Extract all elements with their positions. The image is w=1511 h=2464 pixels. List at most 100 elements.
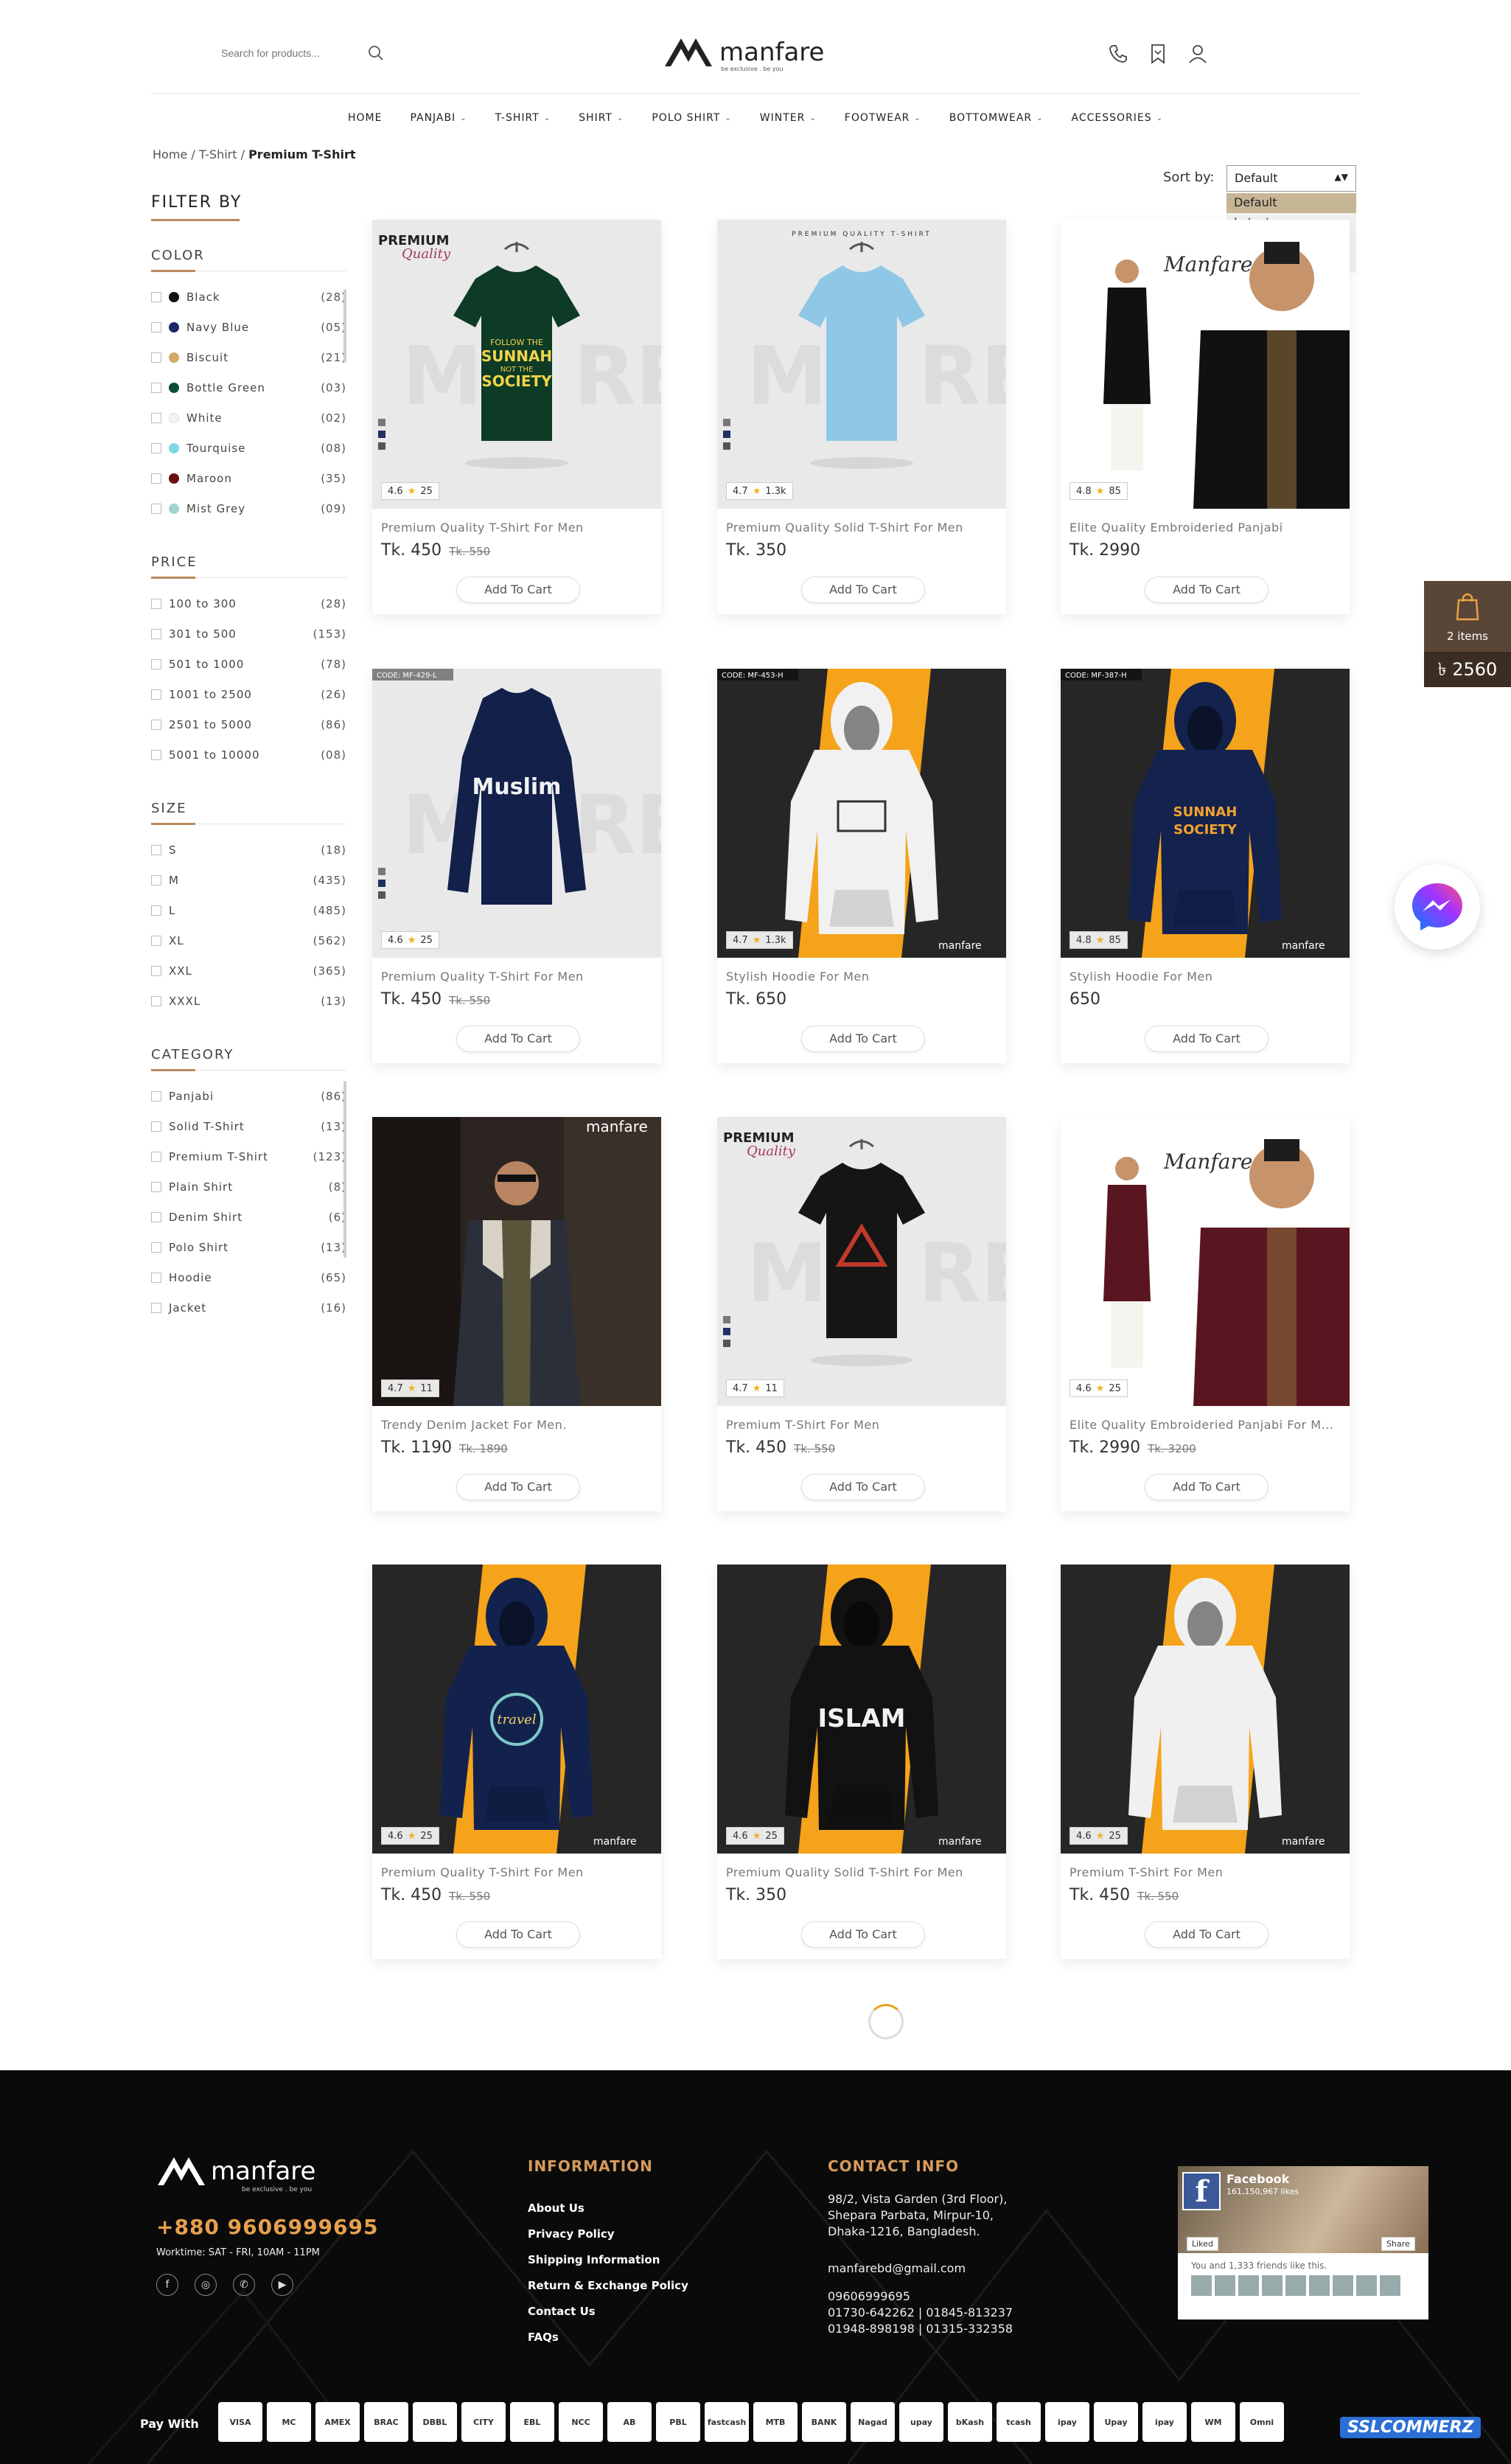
nav-item-polo-shirt[interactable]: POLO SHIRT ⌄ (652, 109, 731, 127)
size-filter-option[interactable]: M (435) (151, 865, 346, 895)
color-filter-option[interactable]: Navy Blue (05) (151, 312, 346, 342)
facebook-icon[interactable]: f (156, 2274, 178, 2296)
footer-link[interactable]: Privacy Policy (528, 2227, 688, 2253)
size-filter-option[interactable]: XXL (365) (151, 956, 346, 986)
scrollbar[interactable] (343, 289, 346, 363)
footer-email[interactable]: manfarebd@gmail.com (828, 2261, 966, 2277)
color-filter-option[interactable]: Maroon (35) (151, 463, 346, 493)
product-title[interactable]: Stylish Hoodie For Men (1069, 970, 1342, 984)
price-filter-option[interactable]: 501 to 1000 (78) (151, 649, 346, 679)
checkbox[interactable] (151, 352, 161, 363)
breadcrumb-category[interactable]: T-Shirt (199, 147, 237, 161)
color-filter-option[interactable]: Tourquise (08) (151, 433, 346, 463)
wishlist-icon[interactable] (1145, 41, 1170, 66)
category-filter-option[interactable]: Jacket (16) (151, 1292, 346, 1323)
product-card[interactable]: MA REMuslimCODE: MF-429-L4.6★25Premium Q… (372, 669, 661, 1063)
product-image[interactable]: CODE: MF-453-H manfare (717, 669, 1006, 958)
checkbox[interactable] (151, 1121, 161, 1132)
checkbox[interactable] (151, 1181, 161, 1192)
product-card[interactable]: Manfare 4.8 ★ 85 Elite Quality Embroideried … (1061, 220, 1350, 614)
checkbox[interactable] (151, 658, 161, 669)
footer-logo[interactable]: manfare be exclusive . be you (156, 2150, 348, 2196)
add-to-cart-button[interactable]: Add To Cart (801, 1921, 925, 1948)
color-filter-option[interactable]: Biscuit (21) (151, 342, 346, 372)
price-filter-option[interactable]: 5001 to 10000 (08) (151, 739, 346, 770)
checkbox[interactable] (151, 935, 161, 946)
product-image[interactable]: MA REPREMIUMQuality (717, 1117, 1006, 1406)
size-filter-option[interactable]: S (18) (151, 835, 346, 865)
footer-link[interactable]: FAQs (528, 2331, 688, 2356)
product-image[interactable]: SUNNAH SOCIETY CODE: MF-387-H manfare (1061, 669, 1350, 958)
checkbox[interactable] (151, 442, 161, 453)
breadcrumb-home[interactable]: Home (153, 147, 187, 161)
nav-item-panjabi[interactable]: PANJABI ⌄ (410, 109, 467, 127)
product-card[interactable]: manfare 4.6 ★ 25 Premium T-Shirt For Men Tk. … (1061, 1565, 1350, 1959)
product-image[interactable]: Manfare (1061, 220, 1350, 509)
size-filter-option[interactable]: L (485) (151, 895, 346, 925)
product-card[interactable]: travel manfare 4.6 ★ 25 Premium Quality T-Shi… (372, 1565, 661, 1959)
product-card[interactable]: MA REPREMIUM QUALITY T-SHIRT4.7★1.3k Prem… (717, 220, 1006, 614)
nav-item-t-shirt[interactable]: T-SHIRT ⌄ (495, 109, 551, 127)
floating-cart[interactable]: 2 items ৳ 2560 (1424, 581, 1511, 687)
messenger-icon[interactable] (1395, 864, 1480, 950)
add-to-cart-button[interactable]: Add To Cart (1145, 577, 1269, 603)
add-to-cart-button[interactable]: Add To Cart (1145, 1921, 1269, 1948)
site-logo[interactable]: manfare be exclusive . be you (663, 32, 848, 74)
product-title[interactable]: Premium Quality T-Shirt For Men (381, 521, 654, 535)
product-image[interactable]: manfare (372, 1117, 661, 1406)
product-card[interactable]: MA REFOLLOW THESUNNAHNOT THESOCIETYPREMI… (372, 220, 661, 614)
product-card[interactable]: manfare 4.7 ★ 11 Trendy Denim Jacket For Men… (372, 1117, 661, 1511)
checkbox[interactable] (151, 473, 161, 484)
checkbox[interactable] (151, 1242, 161, 1253)
category-filter-option[interactable]: Panjabi (86) (151, 1081, 346, 1111)
add-to-cart-button[interactable]: Add To Cart (801, 1026, 925, 1052)
nav-item-home[interactable]: HOME (348, 109, 382, 127)
add-to-cart-button[interactable]: Add To Cart (456, 1474, 580, 1500)
product-title[interactable]: Premium T-Shirt For Men (1069, 1865, 1342, 1879)
checkbox[interactable] (151, 749, 161, 760)
nav-item-shirt[interactable]: SHIRT ⌄ (579, 109, 624, 127)
color-filter-option[interactable]: White (02) (151, 403, 346, 433)
product-title[interactable]: Elite Quality Embroideried Panjabi For M… (1069, 1418, 1342, 1432)
color-filter-option[interactable]: Bottle Green (03) (151, 372, 346, 403)
checkbox[interactable] (151, 689, 161, 700)
phone-icon[interactable] (1106, 41, 1131, 66)
checkbox[interactable] (151, 995, 161, 1006)
product-title[interactable]: Elite Quality Embroideried Panjabi (1069, 521, 1342, 535)
product-title[interactable]: Premium T-Shirt For Men (726, 1418, 999, 1432)
category-filter-option[interactable]: Premium T-Shirt (123) (151, 1141, 346, 1172)
scrollbar[interactable] (343, 1081, 346, 1258)
checkbox[interactable] (151, 412, 161, 423)
color-filter-option[interactable]: Black (28) (151, 282, 346, 312)
category-filter-option[interactable]: Hoodie (65) (151, 1262, 346, 1292)
checkbox[interactable] (151, 905, 161, 916)
sort-option[interactable]: Default (1226, 193, 1356, 213)
checkbox[interactable] (151, 965, 161, 976)
phone-line[interactable]: 09606999695 (828, 2289, 1013, 2305)
product-image[interactable]: Manfare (1061, 1117, 1350, 1406)
facebook-widget[interactable]: f Facebook 161,150,967 likes Liked Share… (1178, 2166, 1428, 2319)
whatsapp-icon[interactable]: ✆ (233, 2274, 255, 2296)
checkbox[interactable] (151, 291, 161, 302)
footer-phone[interactable]: +880 9606999695 (156, 2215, 378, 2239)
category-filter-option[interactable]: Solid T-Shirt (13) (151, 1111, 346, 1141)
sort-select[interactable]: Default ▲▼ (1226, 165, 1356, 192)
checkbox[interactable] (151, 719, 161, 730)
product-card[interactable]: ISLAM manfare 4.6 ★ 25 Premium Quality Solid … (717, 1565, 1006, 1959)
color-filter-option[interactable]: Mist Grey (09) (151, 493, 346, 523)
category-filter-option[interactable]: Polo Shirt (13) (151, 1232, 346, 1262)
add-to-cart-button[interactable]: Add To Cart (1145, 1474, 1269, 1500)
phone-line[interactable]: 01948-898198 | 01315-332358 (828, 2321, 1013, 2337)
checkbox[interactable] (151, 874, 161, 885)
product-title[interactable]: Trendy Denim Jacket For Men. (381, 1418, 654, 1432)
footer-link[interactable]: Shipping Information (528, 2253, 688, 2279)
nav-item-footwear[interactable]: FOOTWEAR ⌄ (845, 109, 921, 127)
checkbox[interactable] (151, 321, 161, 333)
instagram-icon[interactable]: ◎ (195, 2274, 217, 2296)
checkbox[interactable] (151, 844, 161, 855)
checkbox[interactable] (151, 1272, 161, 1283)
add-to-cart-button[interactable]: Add To Cart (801, 1474, 925, 1500)
product-title[interactable]: Premium Quality Solid T-Shirt For Men (726, 521, 999, 535)
nav-item-accessories[interactable]: ACCESSORIES ⌄ (1072, 109, 1164, 127)
checkbox[interactable] (151, 598, 161, 609)
